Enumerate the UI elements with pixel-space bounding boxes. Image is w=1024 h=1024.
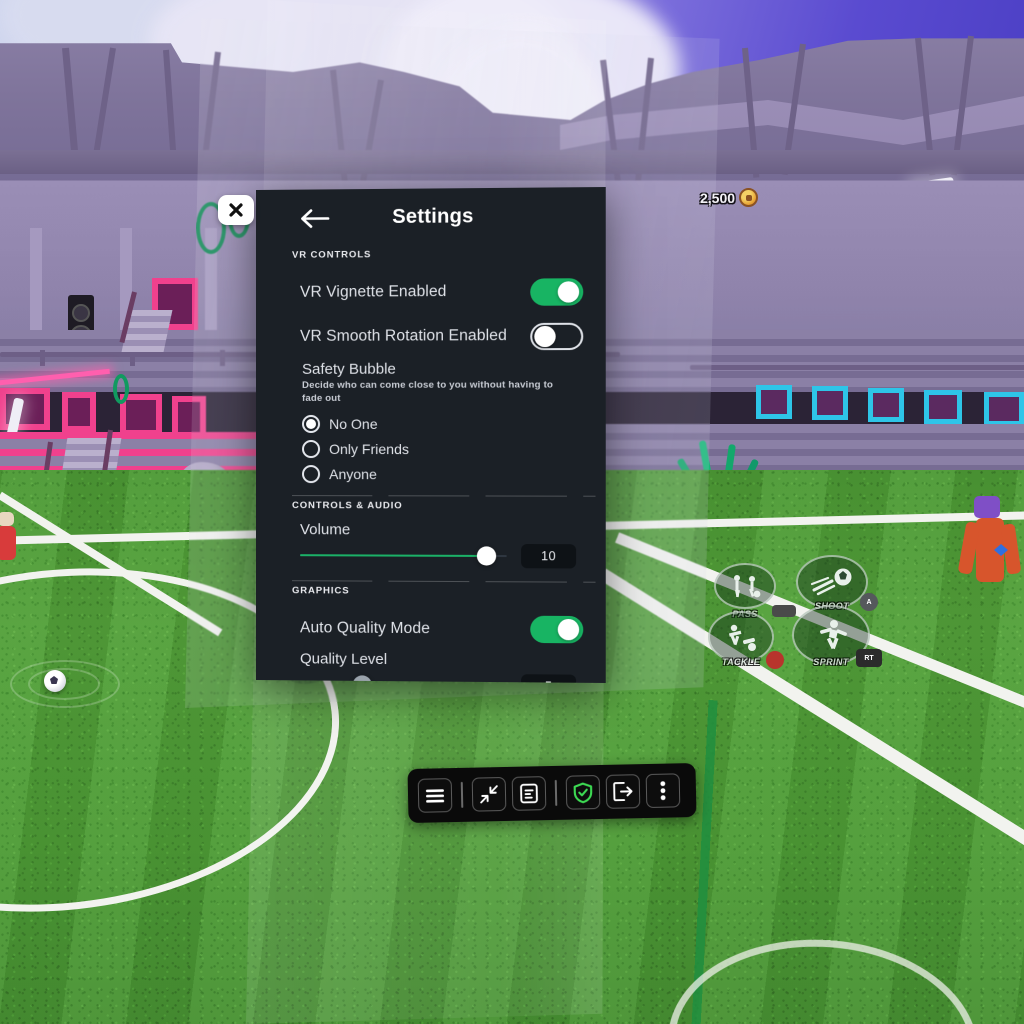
toggle-knob <box>558 281 579 302</box>
volume-value: 10 <box>521 544 576 568</box>
ability-badge-pass <box>772 605 796 617</box>
toggle-knob <box>534 325 555 346</box>
toggle-vr-vignette[interactable] <box>530 278 583 306</box>
stadium-door <box>924 390 962 424</box>
safety-bubble-title: Safety Bubble <box>302 360 583 378</box>
setting-label-volume: Volume <box>300 521 583 539</box>
ability-badge-tackle <box>766 651 784 669</box>
sprint-icon <box>810 619 852 651</box>
radio-label-only-friends: Only Friends <box>329 441 409 457</box>
stadium-door <box>120 394 162 436</box>
chat-document-icon <box>520 783 538 803</box>
stadium-door <box>0 388 50 430</box>
toolbar-separator <box>555 780 558 806</box>
vr-system-toolbar <box>407 763 696 823</box>
exit-door-icon <box>613 781 633 801</box>
section-divider <box>292 495 596 497</box>
tackle-icon <box>721 623 761 651</box>
toggle-knob <box>558 619 579 640</box>
stadium-door <box>868 388 904 422</box>
ability-button-tackle[interactable]: TACKLE <box>708 611 774 663</box>
safety-button[interactable] <box>566 775 601 810</box>
ability-button-sprint[interactable]: SPRINT RT <box>792 605 870 665</box>
shrink-arrows-icon <box>479 784 499 804</box>
stadium-door <box>62 392 96 432</box>
stand-railing <box>690 365 1024 370</box>
radio-button-anyone[interactable] <box>302 465 320 483</box>
safety-bubble-description: Decide who can come close to you without… <box>302 379 555 405</box>
radio-label-anyone: Anyone <box>329 466 377 482</box>
radio-button-no-one[interactable] <box>302 415 320 433</box>
quality-level-value: 5 <box>521 674 576 683</box>
settings-panel: Settings VR CONTROLS VR Vignette Enabled… <box>256 187 606 683</box>
three-dots-icon <box>660 781 666 801</box>
setting-label-vr-vignette: VR Vignette Enabled <box>300 283 447 302</box>
railing-post <box>40 350 45 366</box>
setting-row-auto-quality[interactable]: Auto Quality Mode <box>278 606 583 652</box>
more-button[interactable] <box>646 773 681 808</box>
setting-row-vr-smooth-rotation[interactable]: VR Smooth Rotation Enabled <box>278 314 583 359</box>
radio-option-no-one[interactable]: No One <box>302 412 583 437</box>
ability-label-tackle: TACKLE <box>722 657 760 667</box>
stadium-door <box>984 392 1024 426</box>
leave-button[interactable] <box>606 774 641 809</box>
toolbar-separator <box>461 782 464 808</box>
setting-label-vr-smooth-rotation: VR Smooth Rotation Enabled <box>300 327 507 346</box>
shoot-icon <box>810 568 854 596</box>
minimize-button[interactable] <box>472 777 507 812</box>
wall-column <box>30 228 42 333</box>
ability-button-group: PASS SHOOT A TACKLE SPRINT RT <box>700 555 890 675</box>
radio-button-only-friends[interactable] <box>302 440 320 458</box>
setting-row-volume[interactable]: 10 <box>300 538 583 573</box>
close-x-icon <box>228 202 244 218</box>
radio-option-anyone[interactable]: Anyone <box>302 462 583 488</box>
soccer-ball <box>44 670 66 692</box>
radio-label-no-one: No One <box>329 416 378 432</box>
slider-volume[interactable] <box>300 554 507 557</box>
back-arrow-icon[interactable] <box>300 208 330 228</box>
menu-button[interactable] <box>418 778 453 813</box>
pass-icon <box>728 574 762 598</box>
shield-check-icon <box>573 782 593 803</box>
slider-knob[interactable] <box>476 546 495 565</box>
player-avatar <box>960 496 1024 616</box>
close-button[interactable] <box>218 195 254 225</box>
setting-label-auto-quality: Auto Quality Mode <box>300 619 430 638</box>
section-label-graphics: GRAPHICS <box>292 585 583 598</box>
radio-option-only-friends[interactable]: Only Friends <box>302 437 583 462</box>
hamburger-menu-icon <box>425 788 445 803</box>
slider-fill <box>300 554 486 557</box>
section-label-controls-audio: CONTROLS & AUDIO <box>292 500 583 512</box>
setting-row-quality-level[interactable]: 5 <box>300 667 583 683</box>
setting-label-quality-level: Quality Level <box>300 650 583 669</box>
vine-decoration <box>113 374 129 404</box>
section-label-vr-controls: VR CONTROLS <box>292 248 583 261</box>
currency-amount: 2,500 <box>700 190 735 206</box>
ability-label-sprint: SPRINT <box>813 657 848 667</box>
ability-badge-sprint: RT <box>856 649 882 667</box>
railing-post <box>130 350 135 366</box>
ability-button-pass[interactable]: PASS <box>714 563 776 609</box>
toggle-vr-smooth-rotation[interactable] <box>530 322 583 349</box>
player-avatar <box>0 512 30 582</box>
section-divider <box>292 580 596 583</box>
toggle-auto-quality[interactable] <box>530 616 583 644</box>
setting-row-vr-vignette[interactable]: VR Vignette Enabled <box>278 269 583 315</box>
chat-button[interactable] <box>512 776 547 811</box>
ability-button-shoot[interactable]: SHOOT A <box>796 555 868 609</box>
currency-hud: 2,500 <box>700 188 758 207</box>
settings-header: Settings <box>278 187 583 246</box>
game-screen: POWERED 2,500 PASS <box>0 0 1024 1024</box>
coin-icon <box>739 188 758 207</box>
stadium-door <box>812 386 848 420</box>
ability-badge-shoot: A <box>860 593 878 611</box>
stadium-door <box>756 385 792 419</box>
